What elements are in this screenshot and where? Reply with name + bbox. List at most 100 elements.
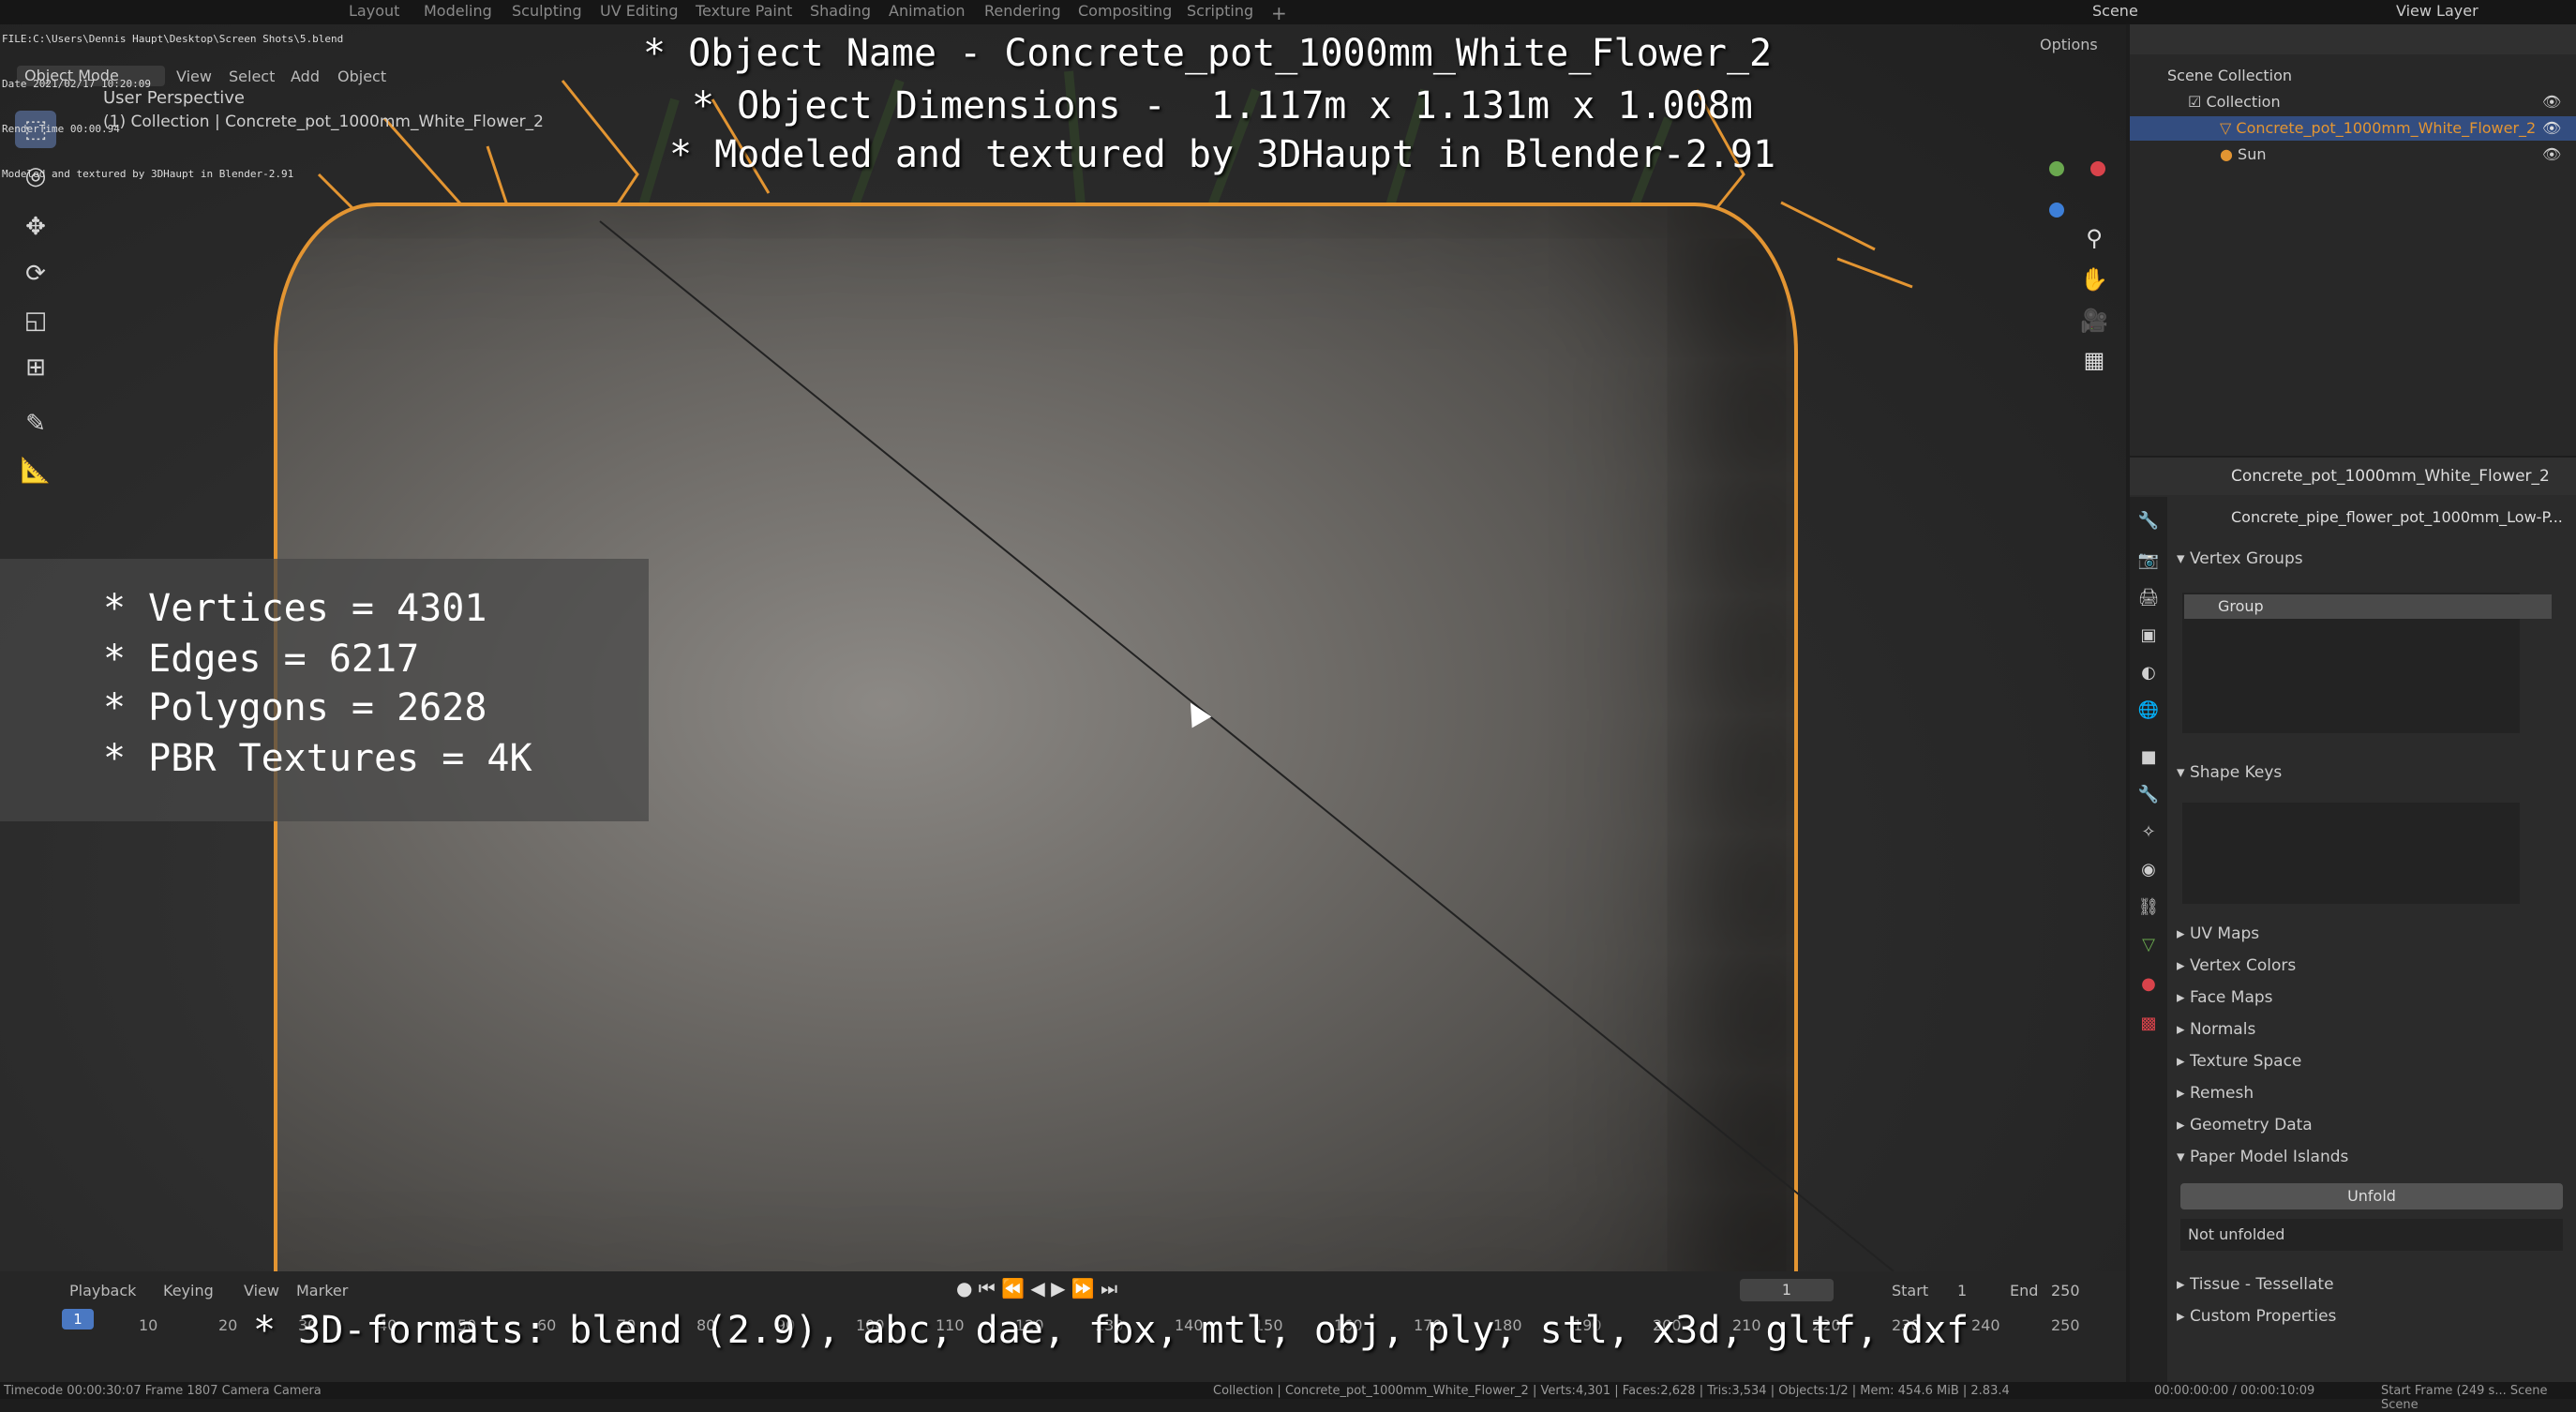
scene-collection-label: Scene Collection	[2167, 67, 2293, 84]
status-right: Start Frame (249 s... Scene Scene	[2381, 1384, 2548, 1412]
mesh-name-field[interactable]: Concrete_pipe_flower_pot_1000mm_Low-P...	[2231, 508, 2563, 526]
section-vertex-colors[interactable]: ▸ Vertex Colors	[2177, 956, 2296, 975]
section-texture-space[interactable]: ▸ Texture Space	[2177, 1052, 2301, 1071]
transform-tool-icon[interactable]: ⊞	[15, 349, 56, 386]
overlay-dimensions: * Object Dimensions - 1.117m x 1.131m x …	[692, 84, 1753, 128]
mesh-icon: ▽	[2220, 119, 2237, 137]
status-timecode: Timecode 00:00:30:07 Frame 1807 Camera C…	[4, 1384, 322, 1398]
tab-compositing[interactable]: Compositing	[1078, 2, 1172, 20]
tab-texture-paint[interactable]: Texture Paint	[696, 2, 792, 20]
annotate-tool-icon[interactable]: ✎	[15, 405, 56, 443]
measure-tool-icon[interactable]: 📐	[15, 452, 56, 489]
outliner[interactable]: Scene Collection ☑ Collection 👁 ▽ Concre…	[2130, 24, 2576, 456]
section-tissue[interactable]: ▸ Tissue - Tessellate	[2177, 1275, 2334, 1294]
tab-modeling[interactable]: Modeling	[424, 2, 492, 20]
object-tab-icon[interactable]: ■	[2137, 746, 2160, 769]
ortho-grid-icon[interactable]: ▦	[2077, 343, 2111, 377]
material-tab-icon[interactable]: ●	[2137, 973, 2160, 996]
tab-rendering[interactable]: Rendering	[984, 2, 1061, 20]
unfold-status: Not unfolded	[2180, 1219, 2563, 1251]
render-info: FILE:C:\Users\Dennis Haupt\Desktop\Scree…	[2, 2, 343, 197]
view-layer-selector[interactable]: View Layer	[2396, 2, 2479, 20]
view-layer-tab-icon[interactable]: ▣	[2137, 624, 2160, 647]
particles-tab-icon[interactable]: ✧	[2137, 821, 2160, 844]
checkbox-icon[interactable]: ☑	[2188, 93, 2206, 111]
tab-sculpting[interactable]: Sculpting	[512, 2, 582, 20]
end-label: End	[2010, 1282, 2039, 1299]
menu-timeline-view[interactable]: View	[244, 1282, 279, 1299]
section-face-maps[interactable]: ▸ Face Maps	[2177, 988, 2273, 1007]
tab-shading[interactable]: Shading	[810, 2, 871, 20]
section-remesh[interactable]: ▸ Remesh	[2177, 1084, 2254, 1103]
add-workspace-button[interactable]: +	[1271, 2, 1287, 24]
playhead[interactable]: 1	[62, 1309, 94, 1329]
status-time: 00:00:00:00 / 00:00:10:09	[2154, 1384, 2315, 1398]
top-bar: Layout Modeling Sculpting UV Editing Tex…	[0, 0, 2576, 24]
vertex-groups-header[interactable]: ▾ Vertex Groups	[2177, 549, 2303, 568]
gizmo-y-icon[interactable]	[2049, 161, 2064, 176]
gizmo-z-icon[interactable]	[2049, 203, 2064, 218]
modifier-tab-icon[interactable]: 🔧	[2137, 784, 2160, 806]
menu-keying[interactable]: Keying	[163, 1282, 214, 1299]
section-normals[interactable]: ▸ Normals	[2177, 1020, 2255, 1039]
timeline-tick: 250	[2051, 1316, 2080, 1334]
rotate-tool-icon[interactable]: ⟳	[15, 255, 56, 293]
group-item[interactable]: Group	[2184, 594, 2552, 619]
texture-tab-icon[interactable]: ▩	[2137, 1013, 2160, 1035]
section-paper-model[interactable]: ▾ Paper Model Islands	[2177, 1148, 2348, 1166]
scale-tool-icon[interactable]: ◱	[15, 302, 56, 339]
timeline-tick: 240	[1971, 1316, 2000, 1334]
stats-box: * Vertices = 4301 * Edges = 6217 * Polyg…	[0, 559, 649, 821]
stat-textures: * PBR Textures = 4K	[103, 737, 532, 780]
eye-icon[interactable]: 👁	[2542, 143, 2561, 167]
start-field[interactable]: 1	[1957, 1282, 1967, 1299]
camera-view-icon[interactable]: 🎥	[2077, 304, 2111, 338]
current-frame-field[interactable]: 1	[1740, 1279, 1834, 1301]
collection-row[interactable]: ☑ Collection 👁	[2130, 90, 2576, 114]
zoom-icon[interactable]: ⚲	[2077, 221, 2111, 255]
timeline-tick: 20	[218, 1316, 238, 1334]
tab-scripting[interactable]: Scripting	[1187, 2, 1253, 20]
unfold-button[interactable]: Unfold	[2180, 1183, 2563, 1209]
menu-object[interactable]: Object	[337, 68, 386, 85]
data-tab-icon[interactable]: ▽	[2137, 934, 2160, 956]
output-tab-icon[interactable]: 🖨	[2137, 587, 2160, 609]
gizmo-x-icon[interactable]	[2090, 161, 2105, 176]
outliner-header	[2130, 24, 2576, 54]
menu-playback[interactable]: Playback	[69, 1282, 136, 1299]
constraints-tab-icon[interactable]: ⛓	[2137, 896, 2160, 919]
status-bar: Timecode 00:00:30:07 Frame 1807 Camera C…	[0, 1382, 2576, 1412]
light-icon: ●	[2220, 145, 2239, 163]
stat-vertices: * Vertices = 4301	[103, 587, 487, 630]
tool-tab-icon[interactable]: 🔧	[2137, 510, 2160, 533]
sun-row[interactable]: ● Sun 👁	[2130, 143, 2576, 167]
section-custom-properties[interactable]: ▸ Custom Properties	[2177, 1307, 2336, 1326]
options-button[interactable]: Options	[2040, 36, 2098, 53]
object-row[interactable]: ▽ Concrete_pot_1000mm_White_Flower_2 👁	[2130, 116, 2576, 141]
shape-key-list[interactable]	[2182, 803, 2520, 904]
render-tab-icon[interactable]: 📷	[2137, 549, 2160, 572]
physics-tab-icon[interactable]: ◉	[2137, 859, 2160, 881]
tab-uv-editing[interactable]: UV Editing	[600, 2, 678, 20]
eye-icon[interactable]: 👁	[2542, 90, 2561, 114]
eye-icon[interactable]: 👁	[2542, 116, 2561, 141]
playback-controls[interactable]: ● ⏮ ⏪ ◀ ▶ ⏩ ⏭	[956, 1277, 1117, 1299]
start-label: Start	[1892, 1282, 1929, 1299]
scene-selector[interactable]: Scene	[2092, 2, 2138, 20]
properties-tabs: 🔧 📷 🖨 ▣ ◐ 🌐 ■ 🔧 ✧ ◉ ⛓ ▽ ● ▩	[2130, 497, 2167, 1397]
end-field[interactable]: 250	[2051, 1282, 2080, 1299]
tab-animation[interactable]: Animation	[889, 2, 966, 20]
pan-hand-icon[interactable]: ✋	[2077, 263, 2111, 296]
move-tool-icon[interactable]: ✥	[15, 208, 56, 246]
timeline-tick: 10	[139, 1316, 158, 1334]
shape-keys-header[interactable]: ▾ Shape Keys	[2177, 763, 2282, 782]
stat-polygons: * Polygons = 2628	[103, 686, 487, 729]
scene-tab-icon[interactable]: ◐	[2137, 662, 2160, 684]
overlay-credit: * Modeled and textured by 3DHaupt in Ble…	[669, 133, 1776, 176]
section-uv-maps[interactable]: ▸ UV Maps	[2177, 924, 2259, 943]
menu-marker[interactable]: Marker	[296, 1282, 348, 1299]
world-tab-icon[interactable]: 🌐	[2137, 699, 2160, 722]
section-geometry-data[interactable]: ▸ Geometry Data	[2177, 1116, 2313, 1134]
tab-layout[interactable]: Layout	[349, 2, 399, 20]
scene-collection-row[interactable]: Scene Collection	[2130, 64, 2576, 88]
